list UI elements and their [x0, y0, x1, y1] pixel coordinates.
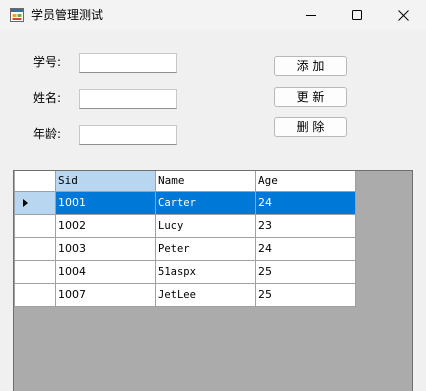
sid-cell[interactable]: 1007: [55, 282, 156, 307]
window-title: 学员管理测试: [31, 8, 104, 22]
age-cell[interactable]: 25: [255, 259, 356, 284]
student-data-grid[interactable]: Sid Name Age 1001 Carter 24 1002 Lucy 23: [13, 170, 413, 391]
name-field[interactable]: [79, 89, 177, 109]
sid-cell[interactable]: 1001: [55, 190, 156, 215]
name-cell[interactable]: Peter: [155, 236, 256, 261]
name-label: 姓名:: [33, 91, 62, 105]
maximize-button[interactable]: [334, 0, 380, 30]
sid-cell[interactable]: 1004: [55, 259, 156, 284]
table-row[interactable]: 1003 Peter 24: [14, 236, 356, 261]
sid-cell[interactable]: 1002: [55, 213, 156, 238]
row-header-cell[interactable]: [14, 259, 56, 284]
title-bar[interactable]: 学员管理测试: [0, 0, 426, 30]
age-cell[interactable]: 25: [255, 282, 356, 307]
name-cell[interactable]: Lucy: [155, 213, 256, 238]
sid-label: 学号:: [33, 55, 62, 69]
row-header-cell[interactable]: [14, 236, 56, 261]
row-header-cell[interactable]: [14, 213, 56, 238]
name-cell[interactable]: JetLee: [155, 282, 256, 307]
age-cell[interactable]: 23: [255, 213, 356, 238]
update-button[interactable]: 更 新: [274, 87, 347, 107]
age-cell[interactable]: 24: [255, 190, 356, 215]
row-pointer-icon: [23, 198, 28, 207]
age-label: 年龄:: [33, 127, 62, 141]
table-row[interactable]: 1002 Lucy 23: [14, 213, 356, 238]
corner-header-cell[interactable]: [14, 171, 56, 192]
age-field[interactable]: [79, 125, 177, 145]
maximize-icon: [352, 10, 362, 20]
name-cell[interactable]: 51aspx: [155, 259, 256, 284]
close-icon: [397, 9, 409, 21]
add-button[interactable]: 添 加: [274, 56, 347, 76]
column-header-age[interactable]: Age: [255, 171, 356, 192]
table-row[interactable]: 1004 51aspx 25: [14, 259, 356, 284]
delete-button[interactable]: 删 除: [274, 117, 347, 137]
row-header-cell[interactable]: [14, 282, 56, 307]
app-window-icon: [10, 8, 24, 22]
table-row[interactable]: 1001 Carter 24: [14, 190, 356, 215]
column-header-sid[interactable]: Sid: [55, 171, 156, 192]
student-table: Sid Name Age 1001 Carter 24 1002 Lucy 23: [14, 171, 356, 307]
name-cell[interactable]: Carter: [155, 190, 256, 215]
close-button[interactable]: [380, 0, 426, 30]
main-window: 学员管理测试 学号: 姓名: 年龄: 添 加 更 新 删 除 Sid Name …: [0, 0, 426, 391]
header-row: Sid Name Age: [14, 171, 356, 192]
minimize-button[interactable]: [288, 0, 334, 30]
table-row[interactable]: 1007 JetLee 25: [14, 282, 356, 307]
age-cell[interactable]: 24: [255, 236, 356, 261]
sid-cell[interactable]: 1003: [55, 236, 156, 261]
column-header-name[interactable]: Name: [155, 171, 256, 192]
row-header-cell[interactable]: [14, 190, 56, 215]
minimize-icon: [306, 15, 316, 16]
sid-field[interactable]: [79, 53, 177, 73]
